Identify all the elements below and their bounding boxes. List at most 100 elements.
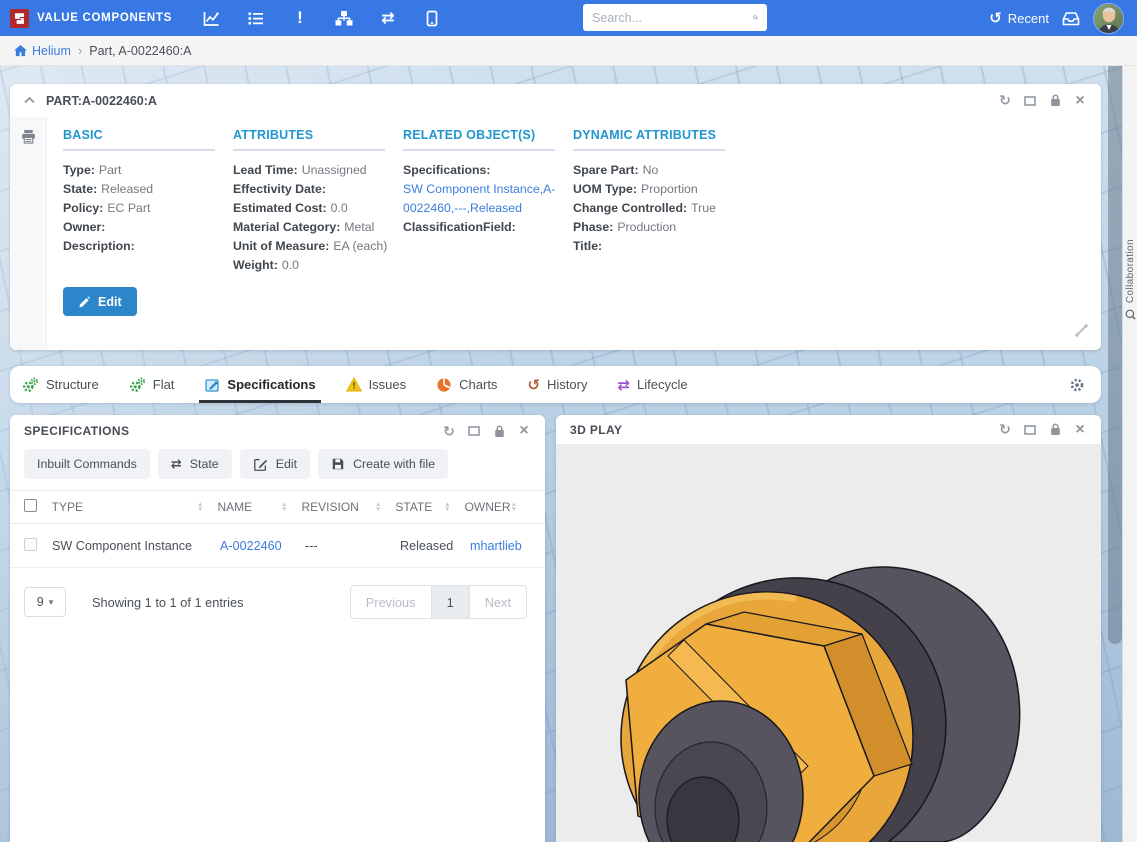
section-attributes-title: ATTRIBUTES xyxy=(233,128,385,151)
section-dynamic-attributes: DYNAMIC ATTRIBUTES Spare Part:No UOM Typ… xyxy=(573,128,743,275)
lock-icon[interactable] xyxy=(1048,423,1062,437)
history-icon: ↺ xyxy=(989,9,1002,27)
refresh-icon[interactable]: ↻ xyxy=(998,94,1012,108)
task-list-icon[interactable] xyxy=(246,8,266,28)
tab-issues[interactable]: Issues xyxy=(346,366,407,403)
sort-icon[interactable]: ▲▼ xyxy=(375,502,381,512)
tab-settings-gear-icon[interactable] xyxy=(1069,377,1085,393)
field-row: Estimated Cost:0.0 xyxy=(233,199,403,218)
select-all-checkbox[interactable] xyxy=(24,499,37,512)
caret-down-icon: ▾ xyxy=(49,597,54,608)
close-icon[interactable]: × xyxy=(1073,94,1087,108)
transfer-arrows-icon[interactable]: ⇄ xyxy=(378,8,398,28)
tab-specifications[interactable]: Specifications xyxy=(204,366,315,403)
field-row: Material Category:Metal xyxy=(233,218,403,237)
field-row: Phase:Production xyxy=(573,218,743,237)
field-row: Change Controlled:True xyxy=(573,199,743,218)
breadcrumb-home[interactable]: Helium xyxy=(14,44,71,58)
breadcrumb-home-label: Helium xyxy=(32,44,71,58)
next-page-button[interactable]: Next xyxy=(470,586,526,618)
alert-exclamation-icon[interactable]: ! xyxy=(290,8,310,28)
user-avatar[interactable] xyxy=(1093,3,1124,34)
refresh-icon[interactable]: ↻ xyxy=(998,423,1012,437)
collapse-chevron-icon[interactable] xyxy=(24,97,35,104)
topbar-right-cluster: ↺ Recent xyxy=(989,0,1124,36)
lock-icon[interactable] xyxy=(1048,94,1062,108)
cell-name-link[interactable]: A-0022460 xyxy=(220,539,282,553)
inbox-tray-icon[interactable] xyxy=(1062,10,1080,26)
window-icon[interactable] xyxy=(1023,94,1037,108)
breadcrumb-current: Part, A-0022460:A xyxy=(89,44,191,58)
chart-icon[interactable] xyxy=(202,8,222,28)
column-state: STATE xyxy=(395,500,432,514)
section-dynamic-title: DYNAMIC ATTRIBUTES xyxy=(573,128,725,151)
tab-lifecycle[interactable]: ⇄ Lifecycle xyxy=(617,366,687,403)
vertical-scrollbar-thumb[interactable] xyxy=(1108,66,1122,644)
state-button[interactable]: ⇄ State xyxy=(158,449,232,479)
app-screen: VALUE COMPONENTS ! ⇄ ↺ Recent xyxy=(0,0,1137,842)
sort-icon[interactable]: ▲▼ xyxy=(197,502,203,512)
field-row: Description: xyxy=(63,237,233,256)
previous-page-button[interactable]: Previous xyxy=(351,586,431,618)
home-icon xyxy=(14,45,27,57)
edit-row-button[interactable]: Edit xyxy=(240,449,310,479)
search-input[interactable] xyxy=(592,11,753,25)
cell-owner-link[interactable]: mhartlieb xyxy=(470,539,522,553)
search-icon[interactable] xyxy=(753,10,758,25)
pencil-icon xyxy=(78,296,90,308)
pencil-square-icon xyxy=(253,457,268,472)
global-search xyxy=(583,4,767,31)
close-icon[interactable]: × xyxy=(1073,423,1087,437)
3d-model-part[interactable] xyxy=(556,444,1101,842)
close-icon[interactable]: × xyxy=(517,424,531,438)
tab-flat[interactable]: Flat xyxy=(129,366,175,403)
3d-window-controls: ↻ × xyxy=(998,423,1087,437)
section-related-title: RELATED OBJECT(S) xyxy=(403,128,555,151)
section-related-objects: RELATED OBJECT(S) Specifications: SW Com… xyxy=(403,128,573,275)
section-basic-title: BASIC xyxy=(63,128,215,151)
print-icon[interactable] xyxy=(21,129,36,144)
warning-triangle-icon xyxy=(346,377,362,392)
sort-icon[interactable]: ▲▼ xyxy=(444,502,450,512)
create-with-file-button[interactable]: Create with file xyxy=(318,449,448,479)
gears-icon xyxy=(129,377,146,393)
page-size-select[interactable]: 9 ▾ xyxy=(24,587,66,617)
cell-state: Released xyxy=(400,539,470,553)
brand-logo-icon[interactable] xyxy=(10,9,29,28)
edit-button[interactable]: Edit xyxy=(63,287,137,316)
window-icon[interactable] xyxy=(467,424,481,438)
recent-button[interactable]: ↺ Recent xyxy=(989,9,1049,27)
tab-charts[interactable]: Charts xyxy=(436,366,497,403)
refresh-icon[interactable]: ↻ xyxy=(442,424,456,438)
content-tab-bar: Structure Flat Specifications Issues Cha… xyxy=(10,366,1101,403)
gears-icon xyxy=(22,377,39,393)
lock-icon[interactable] xyxy=(492,424,506,438)
brand-name: VALUE COMPONENTS xyxy=(37,12,172,24)
mobile-icon[interactable] xyxy=(422,8,442,28)
sort-icon[interactable]: ▲▼ xyxy=(281,502,287,512)
specifications-panel-header: SPECIFICATIONS ↻ × xyxy=(10,415,545,447)
specification-link[interactable]: SW Component Instance,A-0022460,---,Rele… xyxy=(403,180,561,218)
row-checkbox[interactable] xyxy=(24,538,37,551)
part-window-controls: ↻ × xyxy=(998,94,1087,108)
collaboration-tab[interactable]: Collaboration xyxy=(1123,239,1137,320)
field-row: Title: xyxy=(573,237,743,256)
sitemap-icon[interactable] xyxy=(334,8,354,28)
inbuilt-commands-button[interactable]: Inbuilt Commands xyxy=(24,449,150,479)
pie-chart-icon xyxy=(436,377,452,393)
pagination-summary: Showing 1 to 1 of 1 entries xyxy=(92,595,244,610)
field-row: ClassificationField: xyxy=(403,218,573,237)
spec-pencil-icon xyxy=(204,377,220,393)
3d-viewport[interactable] xyxy=(556,444,1101,842)
table-row[interactable]: SW Component Instance A-0022460 --- Rele… xyxy=(10,524,545,568)
field-row: Spare Part:No xyxy=(573,161,743,180)
resize-handle[interactable] xyxy=(1074,323,1089,343)
specifications-panel: SPECIFICATIONS ↻ × Inbuilt Commands ⇄ St… xyxy=(10,415,545,842)
tab-history[interactable]: ↺ History xyxy=(527,366,587,403)
window-icon[interactable] xyxy=(1023,423,1037,437)
field-row: Type:Part xyxy=(63,161,233,180)
tab-structure[interactable]: Structure xyxy=(22,366,99,403)
sort-icon[interactable]: ▲▼ xyxy=(511,502,517,512)
specifications-panel-title: SPECIFICATIONS xyxy=(24,424,129,438)
current-page-button[interactable]: 1 xyxy=(431,586,470,618)
